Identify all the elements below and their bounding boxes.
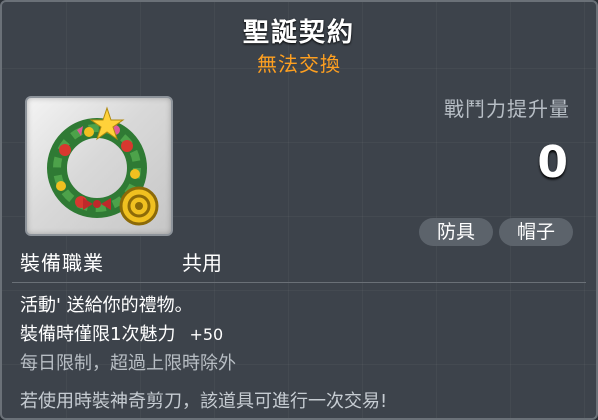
- description-line-3: 每日限制，超過上限時除外: [20, 353, 236, 374]
- item-icon-frame: [25, 96, 173, 236]
- power-increase-value: 0: [537, 137, 568, 188]
- charm-text: 裝備時僅限1次魅力: [20, 324, 176, 345]
- power-increase-label: 戰鬥力提升量: [444, 97, 570, 121]
- trade-status: 無法交換: [257, 52, 341, 76]
- tag-hat: 帽子: [499, 218, 573, 246]
- description-line-1: 活動' 送給你的禮物。: [20, 295, 193, 316]
- equip-job-value: 共用: [182, 251, 222, 275]
- item-tooltip: 聖誕契約 無法交換 戰鬥力提升量 0 防具 帽子 裝備職業 共用 活動' 送給你…: [0, 0, 598, 420]
- christmas-wreath-icon: [47, 106, 159, 226]
- divider: [12, 282, 586, 283]
- description-line-4: 若使用時裝神奇剪刀，該道具可進行一次交易!: [20, 391, 388, 412]
- charm-bonus: +50: [189, 325, 224, 344]
- tag-armor: 防具: [419, 218, 493, 246]
- equip-job-label: 裝備職業: [20, 251, 104, 275]
- item-name: 聖誕契約: [242, 18, 355, 48]
- description-line-2: 裝備時僅限1次魅力 +50: [20, 320, 223, 346]
